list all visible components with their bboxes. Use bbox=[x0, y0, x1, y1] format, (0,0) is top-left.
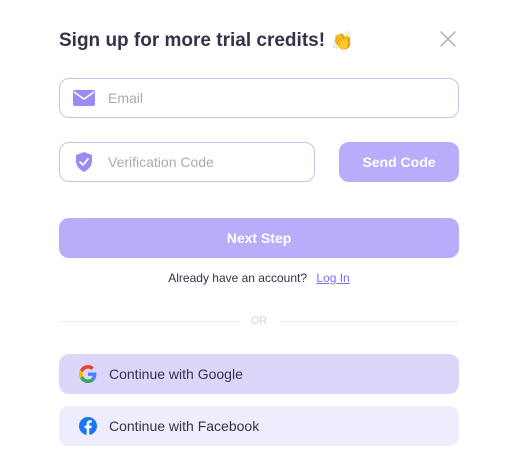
email-field[interactable] bbox=[59, 78, 459, 118]
google-button-label: Continue with Google bbox=[109, 366, 243, 382]
login-prompt-text: Already have an account? bbox=[168, 271, 308, 285]
divider-line-right bbox=[279, 320, 459, 322]
facebook-button-label: Continue with Facebook bbox=[109, 418, 260, 434]
verification-code-field[interactable] bbox=[59, 142, 315, 182]
continue-with-google-button[interactable]: Continue with Google bbox=[59, 354, 459, 394]
google-icon bbox=[79, 365, 97, 383]
modal-title-text: Sign up for more trial credits! bbox=[59, 30, 326, 51]
facebook-icon bbox=[79, 417, 97, 435]
close-button[interactable] bbox=[438, 29, 458, 49]
envelope-icon bbox=[60, 79, 108, 117]
clapping-hands-icon: 👏 bbox=[331, 31, 354, 51]
close-icon bbox=[440, 31, 456, 47]
login-prompt: Already have an account? Log In bbox=[59, 271, 459, 285]
divider-line-left bbox=[59, 320, 239, 322]
or-text: OR bbox=[250, 315, 268, 327]
next-step-button[interactable]: Next Step bbox=[59, 218, 459, 258]
continue-with-facebook-button[interactable]: Continue with Facebook bbox=[59, 406, 459, 446]
modal-title: Sign up for more trial credits! 👏 bbox=[59, 30, 353, 52]
email-input[interactable] bbox=[108, 79, 458, 117]
signup-modal: Sign up for more trial credits! 👏 Send C… bbox=[0, 0, 521, 459]
or-divider: OR bbox=[59, 313, 459, 329]
login-link[interactable]: Log In bbox=[316, 271, 349, 285]
shield-check-icon bbox=[60, 143, 108, 181]
send-code-button[interactable]: Send Code bbox=[339, 142, 459, 182]
verification-code-input[interactable] bbox=[108, 143, 314, 181]
